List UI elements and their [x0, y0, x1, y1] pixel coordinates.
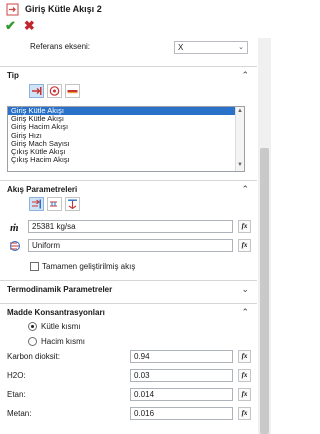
velocity-icon	[68, 199, 77, 210]
reference-axis-row: Referans ekseni: X ⌄	[0, 40, 257, 62]
volume-flow-icon	[50, 201, 57, 207]
thermo-section-header[interactable]: Termodinamik Parametreler ⌄	[0, 280, 257, 298]
mass-flow-input[interactable]: 25381 kg/sa	[28, 220, 233, 233]
concentration-label-methane: Metan:	[7, 409, 32, 418]
reference-axis-select[interactable]: X ⌄	[174, 41, 248, 54]
concentration-input-co2[interactable]: 0.94	[130, 350, 233, 363]
panel-scrollbar-thumb[interactable]	[260, 148, 269, 434]
concentration-fx-button-co2[interactable]: fx	[238, 350, 251, 363]
concentrations-section-title: Madde Konsantrasyonları	[7, 308, 105, 317]
wall-type-button[interactable]	[65, 84, 80, 98]
volume-flow-mode-button[interactable]	[47, 197, 62, 211]
action-bar: ✔ ✖	[5, 19, 35, 33]
title-bar: Giriş Kütle Akışı 2	[0, 0, 271, 18]
mass-flow-fx-button[interactable]: fx	[238, 220, 251, 233]
inlet-mass-flow-icon	[6, 3, 19, 15]
pressure-icon	[49, 86, 60, 96]
cancel-button[interactable]: ✖	[24, 19, 35, 33]
reference-axis-value: X	[178, 43, 184, 52]
flow-profile-value: Uniform	[32, 241, 61, 250]
flow-params-section-header[interactable]: Akış Parametreleri ⌃	[0, 180, 257, 198]
flow-profile-icon	[10, 241, 20, 251]
mass-flow-symbol: ṁ	[10, 222, 19, 234]
boundary-type-list[interactable]: Giriş Kütle Akışı Giriş Kütle Akışı Giriş …	[7, 106, 245, 172]
mass-flow-mode-button[interactable]	[29, 197, 44, 211]
mass-flow-value: 25381 kg/sa	[32, 222, 76, 231]
concentration-label-co2: Karbon dioksit:	[7, 352, 60, 361]
inlet-flow-type-button[interactable]	[29, 84, 44, 98]
volume-fraction-label: Hacim kısmı	[41, 337, 85, 346]
volume-fraction-radio[interactable]	[28, 337, 37, 346]
concentration-input-ethane[interactable]: 0.014	[130, 388, 233, 401]
tip-section-title: Tip	[7, 71, 19, 80]
concentration-value-ethane: 0.014	[134, 390, 155, 399]
flow-params-section-title: Akış Parametreleri	[7, 185, 78, 194]
flow-profile-fx-button[interactable]: fx	[238, 239, 251, 252]
chevron-up-icon: ⌃	[241, 70, 249, 80]
chevron-down-icon: ⌄	[238, 44, 244, 51]
concentration-label-ethane: Etan:	[7, 390, 26, 399]
list-item[interactable]: Çıkış Hacim Akışı	[8, 155, 244, 164]
concentration-input-h2o[interactable]: 0.03	[130, 369, 233, 382]
fully-developed-label: Tamamen geliştirilmiş akış	[42, 262, 136, 271]
concentration-value-methane: 0.016	[134, 409, 155, 418]
concentration-fx-button-methane[interactable]: fx	[238, 407, 251, 420]
page-title: Giriş Kütle Akışı 2	[25, 4, 102, 14]
fully-developed-checkbox[interactable]	[30, 262, 39, 271]
concentration-value-h2o: 0.03	[134, 371, 150, 380]
mass-fraction-radio[interactable]	[28, 322, 37, 331]
ok-button[interactable]: ✔	[5, 19, 16, 33]
velocity-mode-button[interactable]	[65, 197, 80, 211]
tip-section-header[interactable]: Tip ⌃	[0, 66, 257, 84]
chevron-down-icon: ⌄	[241, 284, 249, 294]
concentration-input-methane[interactable]: 0.016	[130, 407, 233, 420]
chevron-up-icon: ⌃	[241, 307, 249, 317]
thermo-section-title: Termodinamik Parametreler	[7, 285, 113, 294]
concentration-value-co2: 0.94	[134, 352, 150, 361]
pressure-type-button[interactable]	[47, 84, 62, 98]
wall-icon	[67, 90, 78, 94]
concentration-fx-button-h2o[interactable]: fx	[238, 369, 251, 382]
concentration-label-h2o: H2O:	[7, 371, 26, 380]
scroll-down-icon[interactable]: ▼	[236, 162, 244, 170]
panel-scrollbar[interactable]	[258, 38, 271, 434]
mass-fraction-label: Kütle kısmı	[41, 322, 81, 331]
reference-axis-label: Referans ekseni:	[30, 42, 91, 51]
concentration-fx-button-ethane[interactable]: fx	[238, 388, 251, 401]
flow-profile-input[interactable]: Uniform	[28, 239, 233, 252]
concentrations-section-header[interactable]: Madde Konsantrasyonları ⌃	[0, 303, 257, 321]
scroll-up-icon[interactable]: ▲	[236, 108, 244, 116]
list-item[interactable]: Giriş Hacim Akışı	[8, 123, 244, 131]
inlet-arrow-icon	[32, 87, 42, 95]
chevron-up-icon: ⌃	[241, 184, 249, 194]
list-scrollbar[interactable]: ▲ ▼	[235, 107, 244, 171]
mass-flow-icon	[32, 199, 41, 209]
